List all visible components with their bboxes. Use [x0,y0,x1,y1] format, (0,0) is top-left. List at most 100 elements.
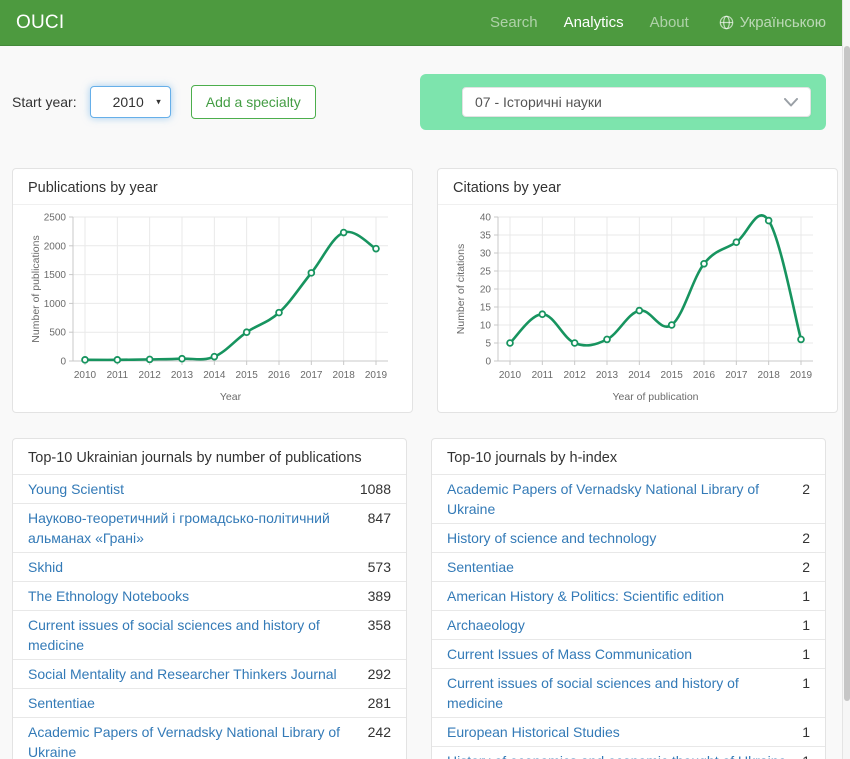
svg-text:Year of publication: Year of publication [612,391,698,403]
journal-link[interactable]: American History & Politics: Scientific … [447,586,734,606]
citations-chart: 0510152025303540201020112012201320142015… [452,207,823,407]
chart-point [114,357,120,363]
journal-count: 2 [802,479,810,499]
journal-link[interactable]: Academic Papers of Vernadsky National Li… [447,479,802,519]
chart-point [147,356,153,362]
nav-item-search[interactable]: Search [490,14,538,31]
svg-text:2011: 2011 [532,370,554,381]
page-scrollbar-track[interactable] [842,0,850,759]
journal-link[interactable]: Sententiae [28,693,105,713]
top-journals-publications-card: Top-10 Ukrainian journals by number of p… [12,438,407,759]
page-scrollbar-thumb[interactable] [844,46,850,701]
specialty-select[interactable]: 07 - Історичні науки [462,87,811,117]
svg-text:10: 10 [480,321,492,332]
svg-text:2017: 2017 [725,370,748,381]
svg-text:2012: 2012 [564,370,587,381]
journal-row: Current Issues of Mass Communication 1 [432,639,825,668]
svg-text:2013: 2013 [596,370,619,381]
filter-controls: Start year: 2010 ▾ Add a specialty 07 - … [12,74,826,130]
journal-row: Sententiae2 [432,552,825,581]
chart-point [211,354,217,360]
svg-text:5: 5 [485,339,491,350]
table-body: Young Scientist 1088 Науково-теоретичний і… [13,474,406,759]
main-content: Start year: 2010 ▾ Add a specialty 07 - … [0,74,838,759]
journal-link[interactable]: European Historical Studies [447,722,630,742]
start-year-value: 2010 [113,94,144,110]
start-year-select[interactable]: 2010 ▾ [90,86,171,118]
svg-text:2500: 2500 [44,213,67,224]
svg-text:35: 35 [480,231,492,242]
journal-link[interactable]: Current Issues of Mass Communication [447,644,702,664]
globe-icon [719,15,734,30]
journal-count: 1 [802,722,810,742]
add-specialty-button[interactable]: Add a specialty [191,85,316,119]
svg-text:2010: 2010 [499,370,522,381]
chart-point [539,311,545,317]
svg-text:25: 25 [480,267,492,278]
journal-link[interactable]: History of economics and economic though… [447,751,796,759]
svg-text:2017: 2017 [300,370,323,381]
chart-point [766,218,772,224]
chart-point [373,246,379,252]
journal-row: Social Mentality and Researcher Thinkers… [13,659,406,688]
journal-link[interactable]: Archaeology [447,615,535,635]
start-year-group: Start year: 2010 ▾ Add a specialty [12,85,316,119]
brand-logo[interactable]: OUCI [16,12,64,34]
tables-row: Top-10 Ukrainian journals by number of p… [12,438,826,759]
chart-point [82,357,88,363]
journal-link[interactable]: Young Scientist [28,479,134,499]
journal-link[interactable]: History of science and technology [447,528,666,548]
journal-link[interactable]: Current issues of social sciences and hi… [447,673,802,713]
charts-row: Publications by year 0500100015002000250… [12,168,826,413]
chart-point [798,337,804,343]
svg-text:Number of publications: Number of publications [30,235,42,342]
language-switcher[interactable]: Українською [719,14,826,31]
chart-point [308,270,314,276]
start-year-label: Start year: [12,94,77,110]
table-title: Top-10 journals by h-index [432,439,825,474]
chart-point [701,261,707,267]
journal-link[interactable]: The Ethnology Notebooks [28,586,199,606]
svg-text:30: 30 [480,249,492,260]
journal-link[interactable]: Academic Papers of Vernadsky National Li… [28,722,368,759]
journal-count: 281 [368,693,391,713]
journal-link[interactable]: Skhid [28,557,73,577]
journal-row: History of science and technology2 [432,523,825,552]
chart-point [276,310,282,316]
journal-count: 1 [802,751,810,759]
journal-count: 292 [368,664,391,684]
journal-link[interactable]: Науково-теоретичний і громадсько-політич… [28,508,368,548]
svg-text:2019: 2019 [790,370,813,381]
svg-text:2014: 2014 [628,370,651,381]
journal-row: Archaeology1 [432,610,825,639]
svg-text:2015: 2015 [661,370,684,381]
top-navbar: OUCI Search Analytics About Українською [0,0,842,46]
journal-row: Current issues of social sciences and hi… [13,610,406,659]
chart-point [669,322,675,328]
svg-text:20: 20 [480,285,492,296]
journal-count: 1 [802,644,810,664]
journal-link[interactable]: Sententiae [447,557,524,577]
journal-link[interactable]: Current issues of social sciences and hi… [28,615,368,655]
chart-point [507,340,513,346]
nav-item-about[interactable]: About [650,14,689,31]
journal-row: Current issues of social sciences and hi… [432,668,825,717]
svg-text:1500: 1500 [44,270,67,281]
journal-row: The Ethnology Notebooks 389 [13,581,406,610]
journal-row: Young Scientist 1088 [13,474,406,503]
svg-text:500: 500 [49,328,66,339]
chart-point [636,308,642,314]
svg-text:2014: 2014 [203,370,226,381]
svg-text:2016: 2016 [693,370,716,381]
svg-text:2000: 2000 [44,241,67,252]
journal-count: 1088 [360,479,391,499]
svg-text:Number of citations: Number of citations [455,244,467,334]
svg-text:2013: 2013 [171,370,194,381]
journal-count: 1 [802,586,810,606]
nav-item-analytics[interactable]: Analytics [564,14,624,31]
svg-text:2015: 2015 [236,370,259,381]
journal-count: 358 [368,615,391,635]
journal-link[interactable]: Social Mentality and Researcher Thinkers… [28,664,347,684]
journal-count: 389 [368,586,391,606]
svg-text:40: 40 [480,213,492,224]
